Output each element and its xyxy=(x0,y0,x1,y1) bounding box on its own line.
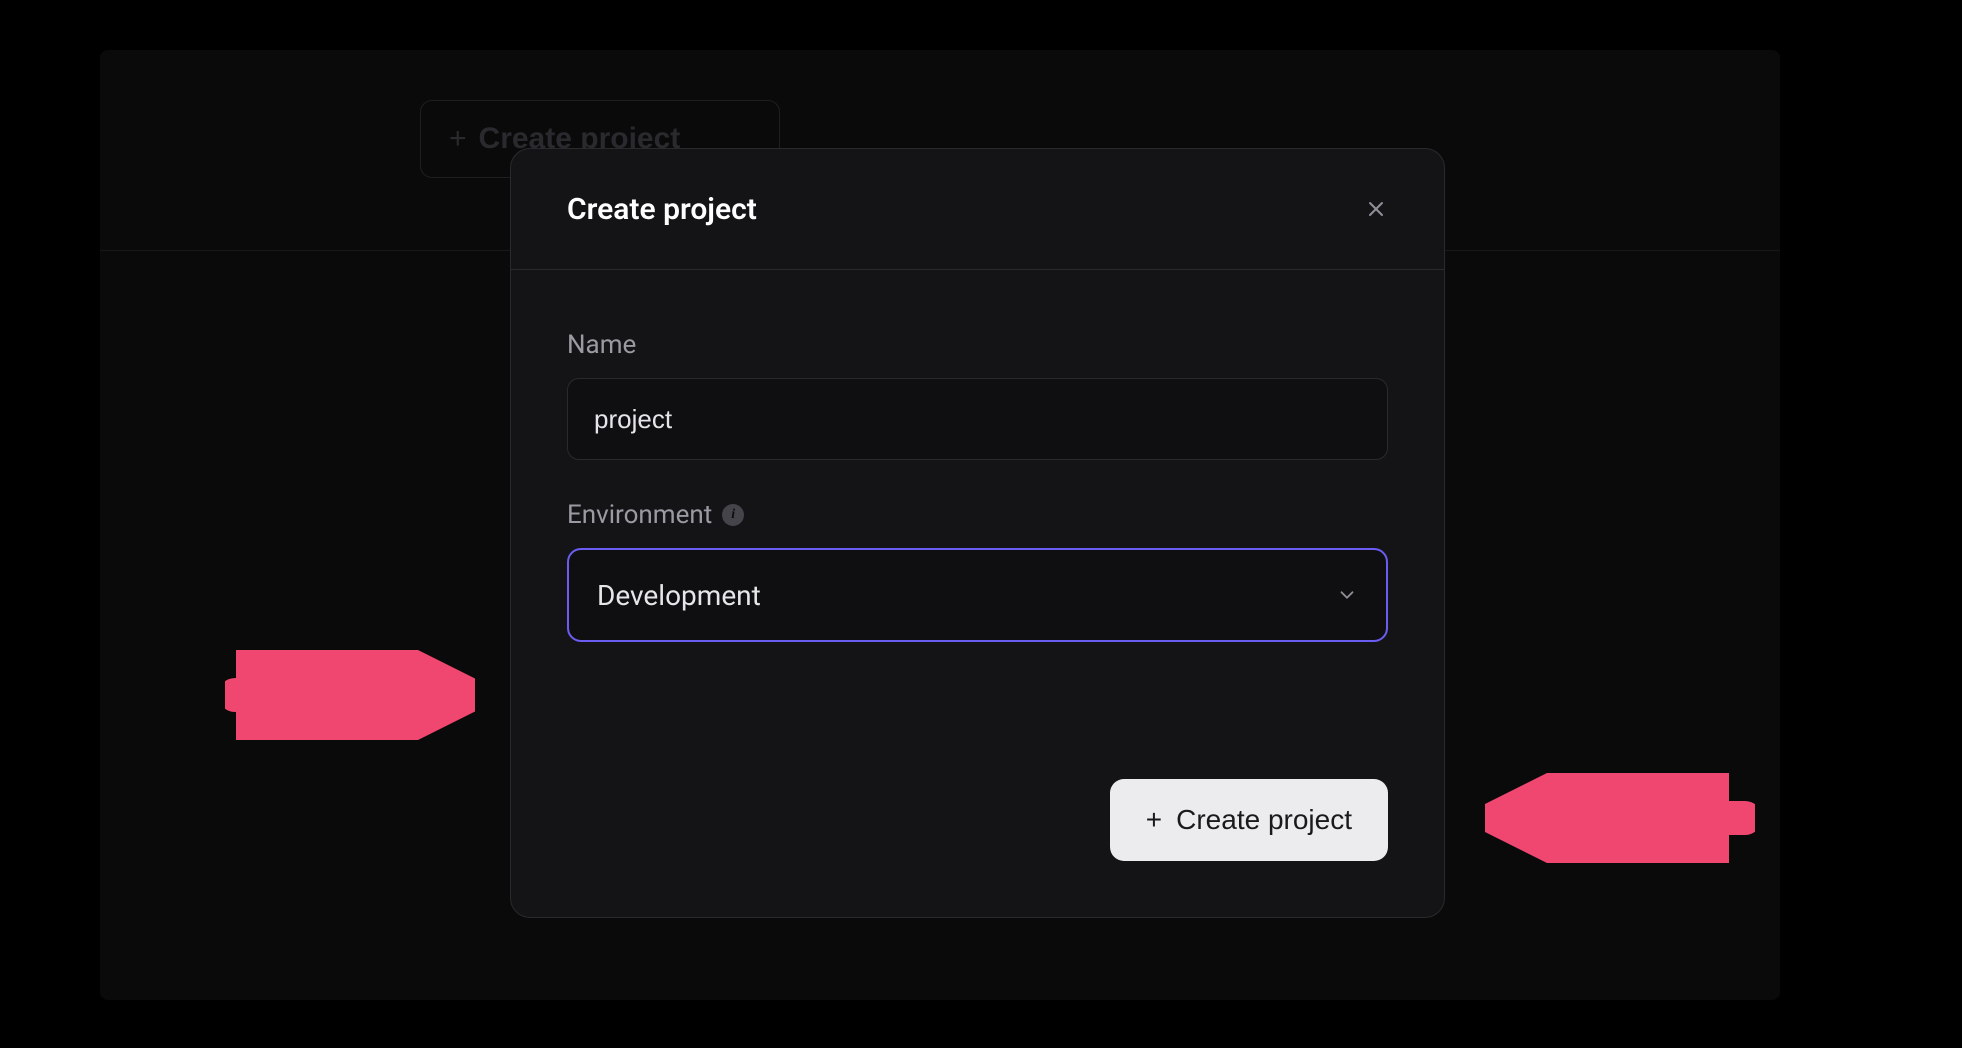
annotation-arrow-right xyxy=(1485,773,1755,863)
modal-footer: + Create project xyxy=(511,779,1444,917)
create-project-modal: Create project Name Environment i Develo… xyxy=(510,148,1445,918)
environment-selected-value: Development xyxy=(597,579,1336,612)
modal-header: Create project xyxy=(511,149,1444,270)
create-project-submit-label: Create project xyxy=(1176,804,1352,836)
close-button[interactable] xyxy=(1358,191,1394,227)
plus-icon: + xyxy=(449,122,467,156)
chevron-down-icon xyxy=(1336,584,1358,606)
close-icon xyxy=(1366,199,1386,219)
environment-select[interactable]: Development xyxy=(567,548,1388,642)
annotation-arrow-left xyxy=(225,650,475,740)
name-label: Name xyxy=(567,330,1388,360)
modal-body: Name Environment i Development xyxy=(511,270,1444,779)
environment-label: Environment i xyxy=(567,500,1388,530)
plus-icon: + xyxy=(1146,804,1162,836)
environment-label-text: Environment xyxy=(567,500,712,530)
info-icon[interactable]: i xyxy=(722,504,744,526)
create-project-submit-button[interactable]: + Create project xyxy=(1110,779,1388,861)
environment-field-group: Environment i Development xyxy=(567,500,1388,642)
modal-title: Create project xyxy=(567,192,757,227)
name-input[interactable] xyxy=(567,378,1388,460)
name-field-group: Name xyxy=(567,330,1388,460)
